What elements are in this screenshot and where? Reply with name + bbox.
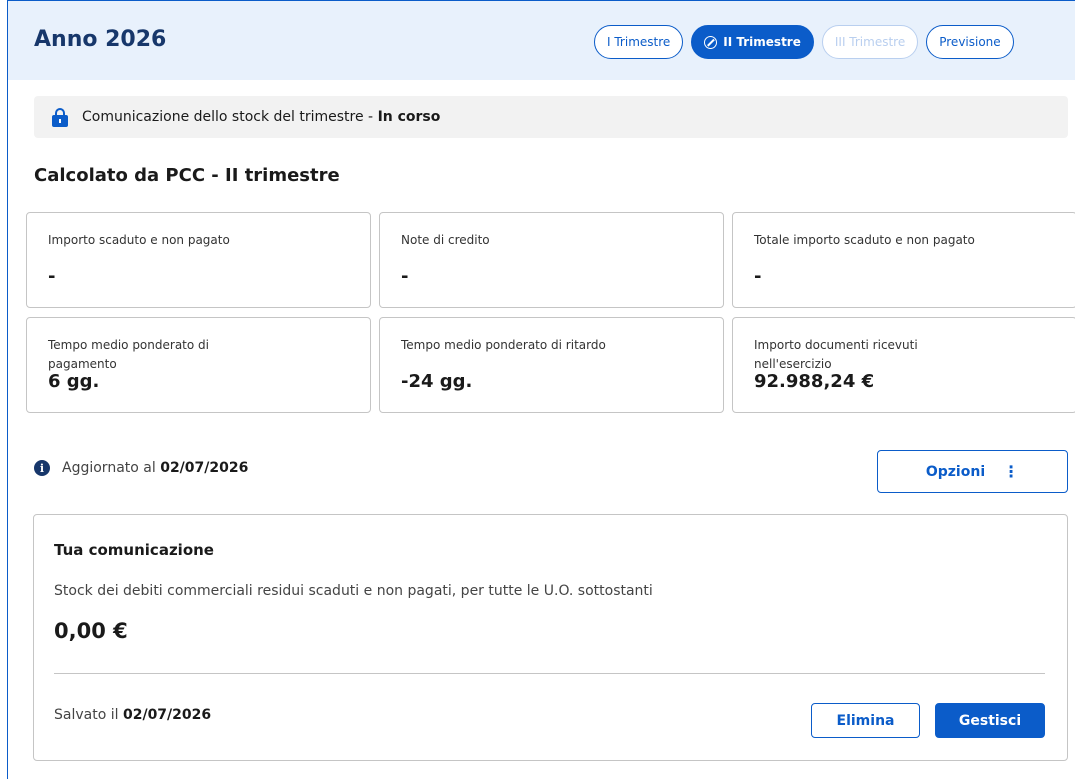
- card-value: -: [754, 266, 762, 287]
- manage-button[interactable]: Gestisci: [935, 703, 1045, 738]
- quarter-tabs: I Trimestre II Trimestre III Trimestre P…: [594, 25, 1014, 59]
- page-title: Anno 2026: [34, 27, 167, 52]
- tab-label: III Trimestre: [834, 35, 906, 49]
- options-button[interactable]: Opzioni ⋮: [877, 450, 1068, 493]
- tab-ii-trimestre[interactable]: II Trimestre: [691, 25, 814, 59]
- updated-prefix: Aggiornato al: [62, 460, 156, 476]
- card-label: Totale importo scaduto e non pagato: [754, 233, 975, 247]
- status-separator: -: [363, 109, 378, 125]
- info-icon: i: [34, 460, 50, 476]
- saved-date: 02/07/2026: [122, 707, 212, 723]
- section-title: Calcolato da PCC - II trimestre: [34, 165, 340, 186]
- communication-title: Tua comunicazione: [54, 541, 214, 559]
- card-label: Tempo medio ponderato di ritardo: [401, 338, 606, 352]
- card-value: -24 gg.: [401, 371, 473, 392]
- tab-i-trimestre[interactable]: I Trimestre: [594, 25, 684, 59]
- card-value: 6 gg.: [48, 371, 100, 392]
- communication-card: Tua comunicazione Stock dei debiti comme…: [33, 514, 1068, 761]
- communication-description: Stock dei debiti commerciali residui sca…: [54, 583, 653, 599]
- last-updated: i Aggiornato al 02/07/2026: [34, 460, 248, 476]
- kebab-menu-icon: ⋮: [1003, 462, 1020, 481]
- card-label: Tempo medio ponderato di pagamento: [48, 338, 209, 371]
- main-panel: Anno 2026 I Trimestre II Trimestre III T…: [7, 0, 1075, 779]
- card-value: 92.988,24 €: [754, 371, 875, 392]
- updated-date: 02/07/2026: [160, 460, 249, 476]
- saved-prefix: Salvato il: [54, 707, 119, 723]
- communication-amount: 0,00 €: [54, 619, 128, 643]
- blocked-icon: [704, 35, 718, 49]
- card-value: -: [401, 266, 409, 287]
- page-header: Anno 2026 I Trimestre II Trimestre III T…: [8, 0, 1075, 80]
- tab-label: Previsione: [939, 35, 1001, 49]
- card-tempo-ritardo: Tempo medio ponderato di ritardo -24 gg.: [379, 317, 724, 413]
- tab-label: II Trimestre: [723, 35, 801, 49]
- status-state: In corso: [377, 109, 441, 125]
- card-importo-documenti: Importo documenti ricevuti nell'esercizi…: [732, 317, 1075, 413]
- tab-label: I Trimestre: [607, 35, 671, 49]
- card-note-credito: Note di credito -: [379, 212, 724, 308]
- divider: [54, 673, 1045, 674]
- saved-info: Salvato il 02/07/2026: [54, 707, 211, 723]
- card-importo-scaduto: Importo scaduto e non pagato -: [26, 212, 371, 308]
- card-label: Importo documenti ricevuti nell'esercizi…: [754, 338, 918, 371]
- tab-previsione[interactable]: Previsione: [926, 25, 1014, 59]
- options-label: Opzioni: [925, 463, 986, 480]
- delete-button[interactable]: Elimina: [811, 703, 920, 738]
- card-totale-scaduto: Totale importo scaduto e non pagato -: [732, 212, 1075, 308]
- card-label: Importo scaduto e non pagato: [48, 233, 230, 247]
- status-banner: Comunicazione dello stock del trimestre …: [34, 96, 1068, 138]
- status-text: Comunicazione dello stock del trimestre: [82, 109, 364, 125]
- card-tempo-pagamento: Tempo medio ponderato di pagamento 6 gg.: [26, 317, 371, 413]
- card-value: -: [48, 266, 56, 287]
- card-label: Note di credito: [401, 233, 490, 247]
- lock-icon: [52, 107, 68, 127]
- tab-iii-trimestre: III Trimestre: [821, 25, 919, 59]
